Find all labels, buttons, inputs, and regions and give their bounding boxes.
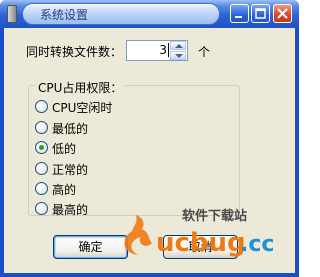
svg-text:.cc: .cc xyxy=(240,232,274,257)
radio-label: CPU空闲时 xyxy=(52,101,113,115)
radio-button-selected[interactable] xyxy=(35,141,48,154)
radio-button[interactable] xyxy=(35,100,48,113)
text-caret xyxy=(168,43,169,57)
settings-window: 系统设置 同时转换文件数： 3 个 CPU占用权限： CPU空闲时 最低的 低的… xyxy=(0,0,299,277)
convert-count-input[interactable]: 3 xyxy=(127,43,167,57)
window-title: 系统设置 xyxy=(40,8,89,22)
radio-label: 低的 xyxy=(52,142,77,156)
minimize-button[interactable] xyxy=(230,4,249,23)
site-watermark: 软件下载站 ucbug .cc xyxy=(112,205,297,257)
radio-label: 正常的 xyxy=(52,163,89,177)
radio-label: 高的 xyxy=(52,183,77,197)
convert-count-stepper[interactable]: 3 xyxy=(126,40,188,61)
app-icon xyxy=(7,5,17,23)
unit-label: 个 xyxy=(198,45,211,59)
close-icon xyxy=(277,8,288,19)
radio-label: 最高的 xyxy=(52,203,89,217)
caret-down-icon xyxy=(175,54,183,58)
title-bar[interactable]: 系统设置 xyxy=(0,0,299,28)
caret-up-icon xyxy=(175,44,183,48)
radio-button[interactable] xyxy=(35,162,48,175)
spin-down-button[interactable] xyxy=(170,51,186,60)
radio-button[interactable] xyxy=(35,202,48,215)
radio-button[interactable] xyxy=(35,182,48,195)
close-button[interactable] xyxy=(273,4,292,23)
ucbug-logo: ucbug .cc xyxy=(124,215,274,257)
radio-label: 最低的 xyxy=(52,122,89,136)
spin-up-button[interactable] xyxy=(170,41,186,50)
radio-button[interactable] xyxy=(35,121,48,134)
minimize-icon xyxy=(235,16,242,18)
convert-count-label: 同时转换文件数： xyxy=(26,45,123,59)
maximize-icon xyxy=(255,8,266,19)
maximize-button[interactable] xyxy=(251,4,270,23)
cpu-priority-legend: CPU占用权限： xyxy=(36,79,125,96)
radio-selected-dot xyxy=(39,145,44,150)
svg-text:ucbug: ucbug xyxy=(156,228,246,257)
